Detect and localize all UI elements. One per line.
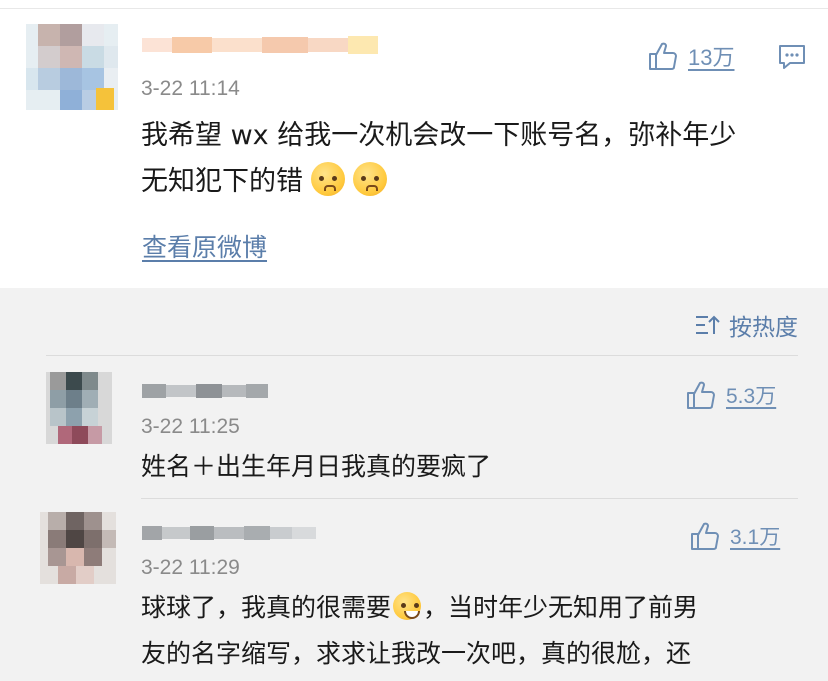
avatar[interactable] (46, 372, 112, 444)
separator (141, 498, 798, 499)
main-comment: 3-22 11:14 13万 我希望 wx 给我一次机会改一下账号名，弥补年少 … (0, 0, 828, 288)
username-blurred[interactable] (142, 36, 378, 54)
like-count: 13万 (688, 45, 735, 70)
thumbs-up-icon (687, 381, 715, 409)
comment-text: 我希望 wx 给我一次机会改一下账号名，弥补年少 无知犯下的错 (141, 113, 811, 205)
sort-icon (696, 315, 720, 334)
laughing-crying-emoji-icon (393, 592, 422, 620)
separator (46, 355, 798, 356)
thumbs-up-icon (691, 522, 719, 550)
reply-line-1: 球球了，我真的很需要 ，当时年少无知用了前男 (141, 592, 699, 622)
view-original-link[interactable]: 查看原微博 (142, 228, 267, 264)
sort-by-hot-button[interactable]: 按热度 (695, 308, 798, 342)
avatar[interactable] (26, 24, 118, 110)
username-blurred[interactable] (142, 526, 316, 540)
reply-time: 3-22 11:29 (141, 556, 240, 579)
like-button[interactable]: 5.3万 (686, 380, 776, 410)
comment-line-1: 我希望 wx 给我一次机会改一下账号名，弥补年少 (141, 120, 737, 151)
like-count: 5.3万 (726, 385, 777, 408)
reply-time: 3-22 11:25 (141, 415, 240, 438)
username-blurred[interactable] (142, 384, 268, 398)
avatar[interactable] (40, 512, 116, 584)
like-count: 3.1万 (730, 526, 781, 549)
top-divider (0, 8, 828, 9)
post-time: 3-22 11:14 (141, 77, 240, 100)
replies-section: 按热度 3-22 11:25 5.3万 姓名＋出生年月日我真的要疯了 3-22 … (0, 288, 828, 681)
sad-face-emoji-icon (311, 162, 345, 196)
reply-line-2: 友的名字缩写，求求让我改一次吧，真的很尬，还 (141, 639, 692, 668)
sort-label: 按热度 (729, 315, 798, 341)
comment-line-2: 无知犯下的错 (141, 159, 811, 205)
comment-icon[interactable] (778, 44, 806, 70)
sad-face-emoji-icon (353, 162, 387, 196)
like-button[interactable]: 3.1万 (690, 521, 780, 551)
reply-text: 球球了，我真的很需要 ，当时年少无知用了前男 友的名字缩写，求求让我改一次吧，真的… (141, 585, 801, 677)
like-button[interactable]: 13万 (648, 40, 734, 72)
thumbs-up-icon (649, 42, 677, 70)
reply-text: 姓名＋出生年月日我真的要疯了 (141, 452, 492, 481)
